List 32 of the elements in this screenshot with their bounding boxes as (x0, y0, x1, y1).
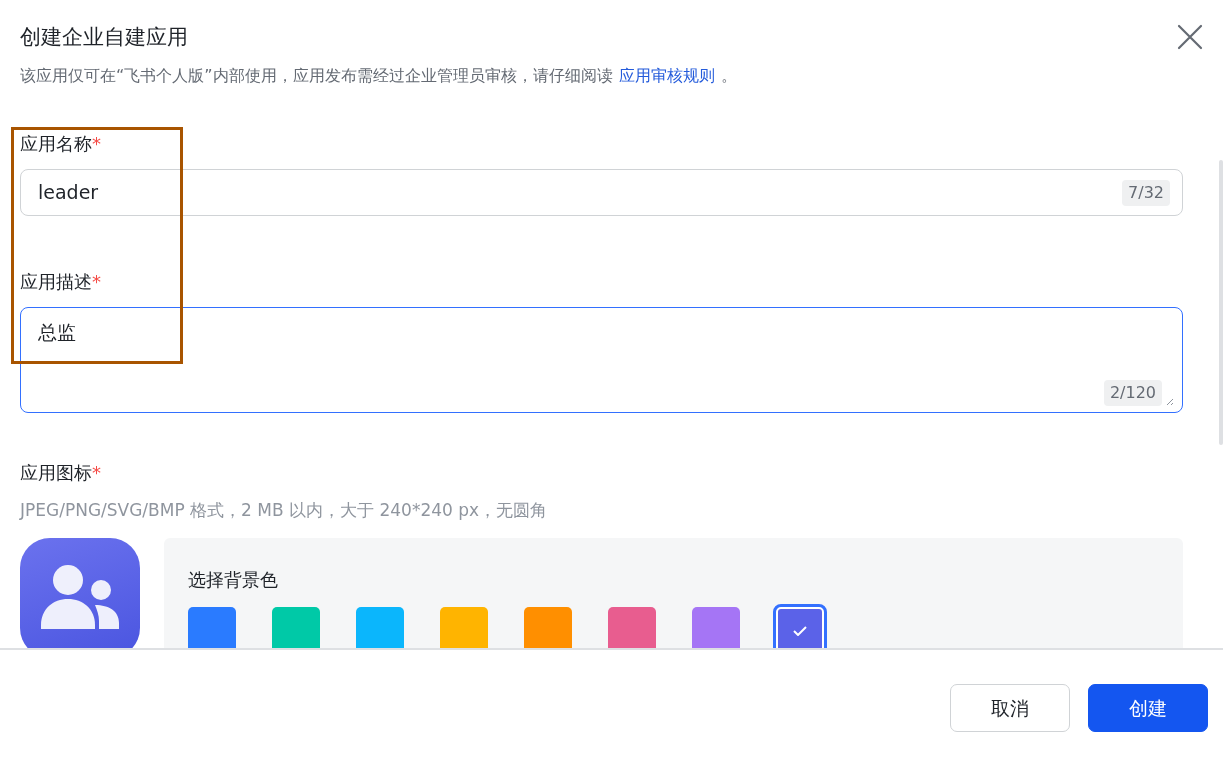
field-label: 应用名称 (20, 132, 92, 156)
required-mark: * (92, 132, 101, 156)
app-icon (20, 537, 140, 648)
review-rules-link[interactable]: 应用审核规则 (618, 66, 715, 85)
create-button[interactable]: 创建 (1088, 684, 1208, 732)
check-icon (793, 625, 807, 636)
dialog-title: 创建企业自建应用 (20, 24, 188, 51)
field-value[interactable]: leader (38, 178, 1123, 207)
color-swatch[interactable] (776, 606, 824, 648)
description-field[interactable]: 总监 2/120 (20, 307, 1183, 413)
dialog-notice: 该应用仅可在“飞书个人版”内部使用，应用发布需经过企业管理员审核，请仔细阅读 应用审核规则 。 (20, 65, 738, 87)
character-counter: 7/32 (1122, 179, 1170, 206)
required-mark: * (92, 461, 101, 485)
field-value[interactable]: 总监 (38, 318, 1174, 380)
color-swatch[interactable] (272, 606, 320, 648)
color-swatch[interactable] (356, 606, 404, 648)
color-swatch[interactable] (440, 606, 488, 648)
color-swatch[interactable] (692, 606, 740, 648)
required-mark: * (92, 270, 101, 294)
name-field[interactable]: leader 7/32 (20, 169, 1183, 216)
color-swatch[interactable] (188, 606, 236, 648)
color-swatch[interactable] (608, 606, 656, 648)
close-icon[interactable] (1175, 22, 1205, 52)
cancel-button[interactable]: 取消 (950, 684, 1070, 732)
scrollbar[interactable] (1219, 160, 1223, 445)
character-counter: 2/120 (1103, 380, 1162, 406)
picker-title: 选择背景色 (188, 567, 279, 592)
format-hint: JPEG/PNG/SVG/BMP 格式，2 MB 以内，大于 240*240 px，无圆角 (20, 499, 549, 522)
resize-handle-icon[interactable] (1166, 398, 1174, 406)
color-swatch[interactable] (524, 606, 572, 648)
field-label: 应用描述 (20, 270, 92, 294)
field-label: 应用图标 (20, 461, 92, 485)
